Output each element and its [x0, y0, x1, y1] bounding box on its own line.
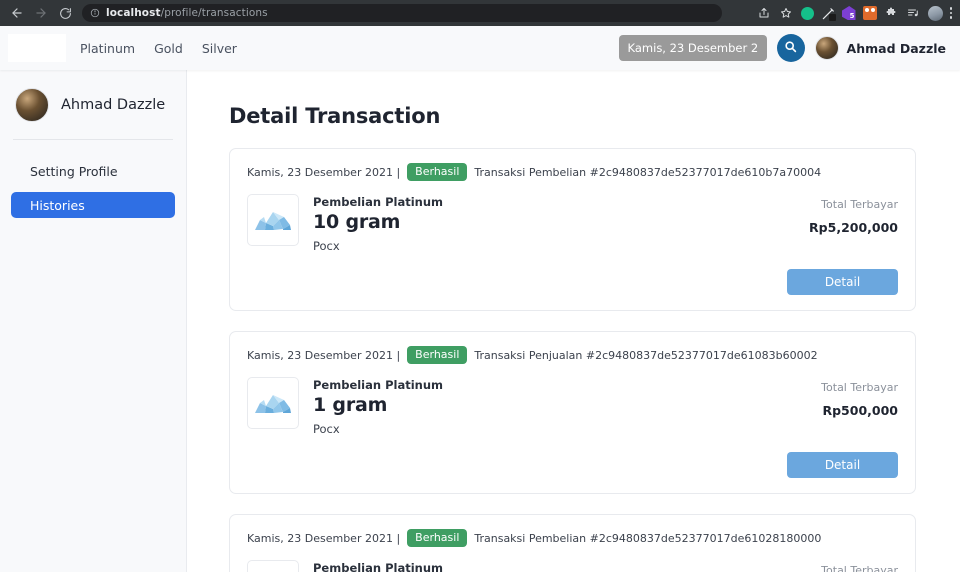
price-label: Total Terbayar: [821, 381, 898, 394]
transaction-header: Kamis, 23 Desember 2021 | Berhasil Trans…: [247, 163, 898, 181]
nav-item-platinum[interactable]: Platinum: [80, 41, 135, 56]
header-user-menu[interactable]: Ahmad Dazzle: [814, 36, 946, 60]
item-kind: Pembelian Platinum: [313, 561, 444, 572]
transaction-card: Kamis, 23 Desember 2021 | Berhasil Trans…: [229, 148, 916, 311]
transaction-price: Total Terbayar Rp520,000: [821, 560, 898, 572]
transaction-date: Kamis, 23 Desember 2021 |: [247, 531, 401, 545]
kebab-menu-icon[interactable]: [949, 7, 952, 19]
transaction-price: Total Terbayar Rp5,200,000: [809, 194, 898, 235]
sidebar-item-label: Setting Profile: [30, 163, 118, 179]
sidebar-item-histories[interactable]: Histories: [11, 192, 175, 218]
transaction-date: Kamis, 23 Desember 2021 |: [247, 348, 401, 362]
transaction-item-info: Pembelian Platinum 10 gram Pocx: [313, 194, 443, 253]
avatar: [15, 88, 49, 122]
header-user-name: Ahmad Dazzle: [846, 40, 946, 56]
site-logo[interactable]: [8, 34, 66, 62]
header-right: Ahmad Dazzle: [618, 34, 952, 62]
transaction-description: Transaksi Pembelian #2c9480837de52377017…: [474, 531, 822, 545]
sidebar: Ahmad Dazzle Setting Profile Histories: [0, 70, 187, 572]
back-arrow-icon[interactable]: [6, 2, 28, 24]
forward-arrow-icon[interactable]: [30, 2, 52, 24]
platinum-crystal-icon: [247, 560, 299, 572]
page-layout: Ahmad Dazzle Setting Profile Histories D…: [0, 70, 960, 572]
nav-item-silver[interactable]: Silver: [202, 41, 237, 56]
platinum-crystal-icon: [247, 377, 299, 429]
firefox-extension-icon[interactable]: [862, 6, 877, 20]
transaction-body: Pembelian Platinum 10 gram Pocx Total Te…: [247, 194, 898, 253]
transaction-date: Kamis, 23 Desember 2021 |: [247, 165, 401, 179]
sidebar-item-setting-profile[interactable]: Setting Profile: [11, 158, 175, 184]
transaction-description: Transaksi Penjualan #2c9480837de52377017…: [474, 348, 818, 362]
transaction-price: Total Terbayar Rp500,000: [821, 377, 898, 418]
transaction-body: Pembelian Platinum 1 gram Pocx Total Ter…: [247, 377, 898, 436]
platinum-crystal-icon: [247, 194, 299, 246]
price-label: Total Terbayar: [821, 564, 898, 572]
extension-badge-count: 5: [849, 12, 855, 20]
address-bar[interactable]: localhost/profile/transactions: [82, 4, 722, 22]
item-kind: Pembelian Platinum: [313, 195, 444, 209]
transaction-item-info: Pembelian Platinum 1 gram Pocx: [313, 377, 443, 436]
sidebar-divider: [13, 139, 173, 140]
avatar: [814, 36, 839, 60]
detail-button[interactable]: Detail: [787, 452, 898, 478]
grammarly-icon[interactable]: [800, 6, 814, 20]
item-subtitle: Pocx: [313, 239, 340, 253]
search-button[interactable]: [776, 34, 805, 62]
site-info-icon[interactable]: [90, 8, 100, 18]
sidebar-menu: Setting Profile Histories: [11, 158, 175, 218]
main-nav: Platinum Gold Silver: [80, 41, 237, 56]
browser-toolbar: localhost/profile/transactions 5: [0, 0, 960, 26]
purple-extension-icon[interactable]: 5: [841, 6, 856, 20]
item-kind: Pembelian Platinum: [313, 378, 444, 392]
url-path: /profile/transactions: [160, 7, 268, 19]
nav-item-gold[interactable]: Gold: [154, 41, 183, 56]
date-search-input[interactable]: [618, 35, 767, 61]
star-icon[interactable]: [779, 6, 794, 21]
sidebar-item-label: Histories: [30, 197, 85, 213]
pen-extension-icon[interactable]: [821, 6, 836, 21]
puzzle-extension-icon[interactable]: [884, 6, 899, 21]
price-label: Total Terbayar: [821, 198, 898, 211]
transaction-description: Transaksi Pembelian #2c9480837de52377017…: [474, 165, 822, 179]
transaction-header: Kamis, 23 Desember 2021 | Berhasil Trans…: [247, 346, 898, 364]
transaction-footer: Detail: [247, 452, 898, 478]
reload-icon[interactable]: [54, 2, 76, 24]
status-badge: Berhasil: [407, 346, 468, 364]
profile-avatar-icon[interactable]: [927, 5, 943, 21]
transaction-footer: Detail: [247, 269, 898, 295]
price-value: Rp5,200,000: [809, 220, 898, 235]
sidebar-user: Ahmad Dazzle: [11, 88, 175, 122]
item-weight: 1 gram: [313, 394, 388, 416]
search-icon: [784, 40, 797, 56]
playlist-extension-icon[interactable]: [906, 6, 921, 21]
price-value: Rp500,000: [822, 403, 898, 418]
address-bar-text: localhost/profile/transactions: [106, 7, 268, 19]
status-badge: Berhasil: [407, 529, 468, 547]
browser-actions: 5: [757, 5, 955, 21]
app-header: Platinum Gold Silver Ahmad Dazzle: [0, 26, 960, 70]
page-title: Detail Transaction: [229, 104, 441, 128]
transaction-body: Pembelian Platinum 1 gram Pocx Total Ter…: [247, 560, 898, 572]
detail-button[interactable]: Detail: [787, 269, 898, 295]
transaction-card: Kamis, 23 Desember 2021 | Berhasil Trans…: [229, 514, 916, 572]
sidebar-user-name: Ahmad Dazzle: [61, 97, 166, 113]
share-icon[interactable]: [757, 6, 772, 21]
transaction-item-info: Pembelian Platinum 1 gram Pocx: [313, 560, 443, 572]
item-weight: 10 gram: [313, 211, 401, 233]
item-subtitle: Pocx: [313, 422, 340, 436]
transaction-header: Kamis, 23 Desember 2021 | Berhasil Trans…: [247, 529, 898, 547]
main-content: Detail Transaction Kamis, 23 Desember 20…: [187, 70, 960, 572]
url-host: localhost: [106, 7, 161, 19]
transaction-card: Kamis, 23 Desember 2021 | Berhasil Trans…: [229, 331, 916, 494]
status-badge: Berhasil: [407, 163, 468, 181]
